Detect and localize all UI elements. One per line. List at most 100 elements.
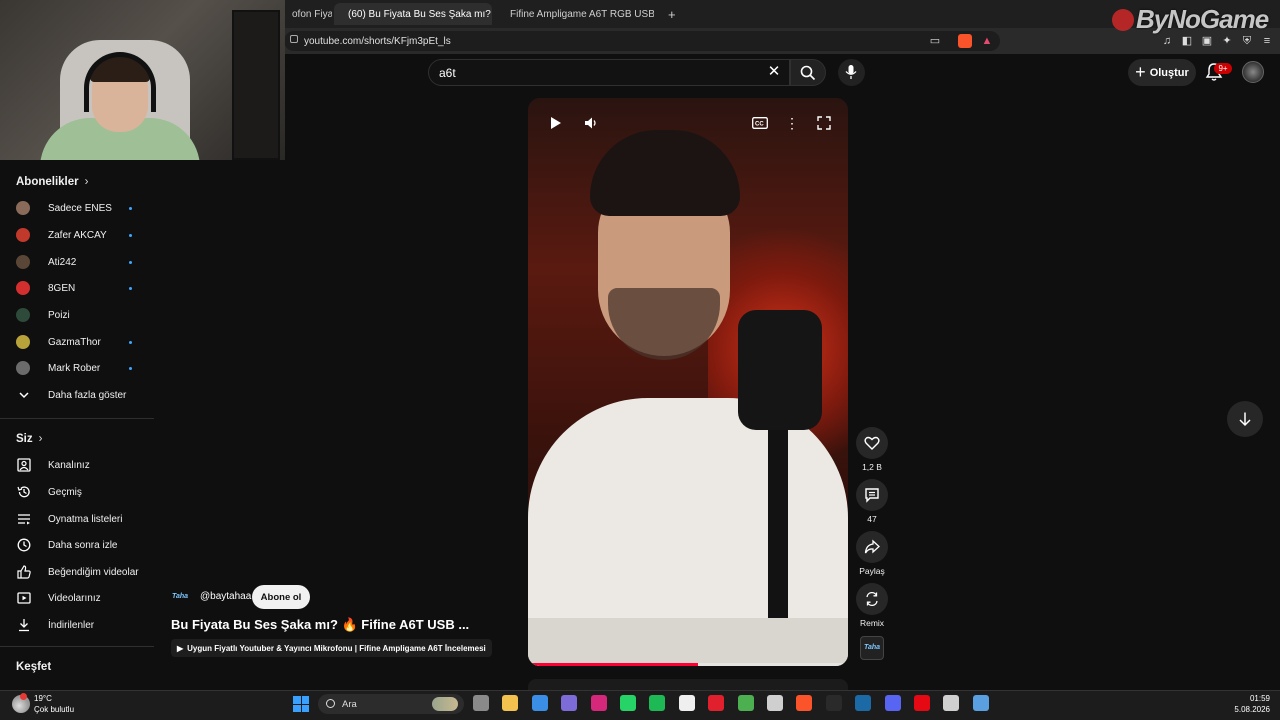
next-short-button[interactable]: [1227, 401, 1263, 437]
channel-avatar: [16, 228, 30, 242]
clear-search-icon[interactable]: ✕: [766, 64, 782, 80]
sidebar-item-label: Kanalınız: [48, 459, 90, 471]
sidebar-item-label: Geçmiş: [48, 486, 82, 498]
related-video-link[interactable]: ▶ Uygun Fiyatlı Youtuber & Yayıncı Mikro…: [171, 639, 492, 657]
short-video-player[interactable]: [528, 98, 848, 666]
discord-icon[interactable]: [884, 695, 901, 711]
netflix-icon[interactable]: [914, 695, 930, 711]
volume-button[interactable]: [580, 112, 602, 134]
share-button[interactable]: Paylaş: [855, 531, 889, 576]
sidebar-item-downloads[interactable]: İndirilenler: [16, 614, 146, 636]
bynogame-logo-icon: [1112, 9, 1134, 31]
taskbar-search-input[interactable]: Ara: [318, 694, 464, 714]
you-heading[interactable]: Siz ›: [16, 433, 42, 445]
file-explorer-icon[interactable]: [502, 695, 519, 711]
brave-rewards-icon[interactable]: ▲: [980, 34, 994, 48]
epic-games-icon[interactable]: [825, 695, 842, 711]
sidebar-item-8gen[interactable]: 8GEN: [16, 277, 146, 299]
media-control-icon[interactable]: ♫: [1160, 34, 1174, 48]
sidebar-item-sadece-enes[interactable]: Sadece ENES: [16, 197, 146, 219]
store-icon[interactable]: [531, 695, 548, 711]
comment-count: 47: [867, 514, 877, 524]
sidebar-item-watch-later[interactable]: Daha sonra izle: [16, 534, 146, 556]
spotify-icon[interactable]: [649, 695, 666, 711]
fullscreen-button[interactable]: [813, 112, 835, 134]
steam-icon[interactable]: [855, 695, 872, 711]
address-bar[interactable]: youtube.com/shorts/KFjm3pEt_ls: [284, 31, 1000, 51]
search-button[interactable]: [790, 59, 826, 86]
sidebar-item-label: Videolarınız: [48, 592, 101, 604]
new-content-dot: [129, 260, 132, 264]
subscribe-button[interactable]: Abone ol: [252, 585, 310, 609]
whatsapp-icon[interactable]: [620, 695, 636, 711]
channel-logo-text: Taha: [172, 593, 189, 600]
video-progress-bar[interactable]: [528, 663, 848, 666]
captions-icon: CC: [752, 117, 768, 129]
voice-search-button[interactable]: [838, 59, 865, 86]
site-info-icon[interactable]: [290, 35, 298, 43]
sidebar-item-ati242[interactable]: Ati242: [16, 251, 146, 273]
more-options-button[interactable]: ⋮: [781, 112, 803, 134]
settings-icon[interactable]: [943, 695, 960, 711]
instagram-icon[interactable]: [590, 695, 607, 711]
windows-start-icon[interactable]: [293, 696, 309, 712]
play-button[interactable]: [544, 112, 566, 134]
opera-icon[interactable]: [708, 695, 725, 711]
show-more-button[interactable]: Daha fazla göster: [16, 384, 146, 406]
sidebar-item-history[interactable]: Geçmiş: [16, 481, 146, 503]
sidebar-item-gazmathor[interactable]: GazmaThor: [16, 331, 146, 353]
windows-taskbar: [0, 690, 1280, 720]
tab-mic-price[interactable]: ofon Fiya: [284, 3, 332, 25]
network-icon[interactable]: [972, 695, 989, 711]
channel-handle[interactable]: @baytahaa: [200, 591, 251, 602]
channel-name: Mark Rober: [48, 362, 101, 374]
watermark-text: ByNoGame: [1136, 4, 1269, 34]
subscriptions-heading[interactable]: Abonelikler ›: [16, 176, 88, 188]
play-icon: ▶: [177, 643, 184, 653]
microphone-icon: [845, 65, 857, 79]
create-button[interactable]: + Oluştur: [1128, 59, 1196, 86]
capcut-icon[interactable]: [678, 695, 695, 711]
sidebar-item-mark-rober[interactable]: Mark Rober: [16, 357, 146, 379]
cast-icon[interactable]: ▭: [928, 34, 942, 48]
tab-youtube-short[interactable]: (60) Bu Fiyata Bu Ses Şaka mı? 🔥 ✕: [334, 3, 492, 25]
brave-icon[interactable]: [796, 695, 813, 711]
comments-button[interactable]: 47: [855, 479, 889, 524]
sidebar-item-your-channel[interactable]: Kanalınız: [16, 454, 146, 476]
sidebar-item-zafer-akcay[interactable]: Zafer AKCAY: [16, 224, 146, 246]
channel-name: 8GEN: [48, 282, 76, 294]
short-title[interactable]: Bu Fiyata Bu Ses Şaka mı? 🔥 Fifine A6T U…: [171, 617, 471, 633]
like-button[interactable]: 1,2 B: [855, 427, 889, 472]
sidebar-item-label: Oynatma listeleri: [48, 513, 123, 525]
game-icon[interactable]: [737, 695, 754, 711]
create-label: Oluştur: [1149, 66, 1189, 79]
menu-icon[interactable]: ≡: [1260, 34, 1274, 48]
new-tab-button[interactable]: +: [660, 3, 680, 25]
sidebar-item-liked-videos[interactable]: Beğendiğim videolar: [16, 561, 146, 583]
wallet-icon[interactable]: ▣: [1200, 34, 1214, 48]
channel-avatar: [16, 308, 30, 322]
tab-fifine-product[interactable]: Fifine Ampligame A6T RGB USB Yayın: [496, 3, 654, 25]
sidebar-item-your-videos[interactable]: Videolarınız: [16, 587, 146, 609]
task-view-icon[interactable]: [473, 695, 489, 711]
search-input[interactable]: a6t: [428, 59, 790, 86]
channel-name: Zafer AKCAY: [48, 229, 107, 241]
captions-button[interactable]: CC: [749, 112, 771, 134]
sidebar-toggle-icon[interactable]: ◧: [1180, 34, 1194, 48]
copilot-icon[interactable]: [561, 695, 578, 711]
leo-ai-icon[interactable]: ✦: [1220, 34, 1234, 48]
sidebar-item-poizi[interactable]: Poizi: [16, 304, 146, 326]
sidebar-item-label: Beğendiğim videolar: [48, 566, 139, 578]
remix-button[interactable]: Remix: [855, 583, 889, 628]
channel-avatar: [16, 361, 30, 375]
channel-thumbnail-button[interactable]: Taha: [860, 636, 884, 660]
sidebar-item-playlists[interactable]: Oynatma listeleri: [16, 508, 146, 530]
clock-time[interactable]: 01:59: [1240, 694, 1270, 703]
clock-date[interactable]: 5.08.2026: [1222, 705, 1270, 714]
account-avatar[interactable]: [1242, 61, 1264, 83]
channel-logo[interactable]: Taha: [172, 590, 192, 604]
obs-icon[interactable]: [767, 695, 783, 711]
vpn-icon[interactable]: ⛨: [1240, 34, 1254, 48]
brave-shield-icon[interactable]: [958, 34, 972, 48]
url-text: youtube.com/shorts/KFjm3pEt_ls: [304, 35, 451, 47]
